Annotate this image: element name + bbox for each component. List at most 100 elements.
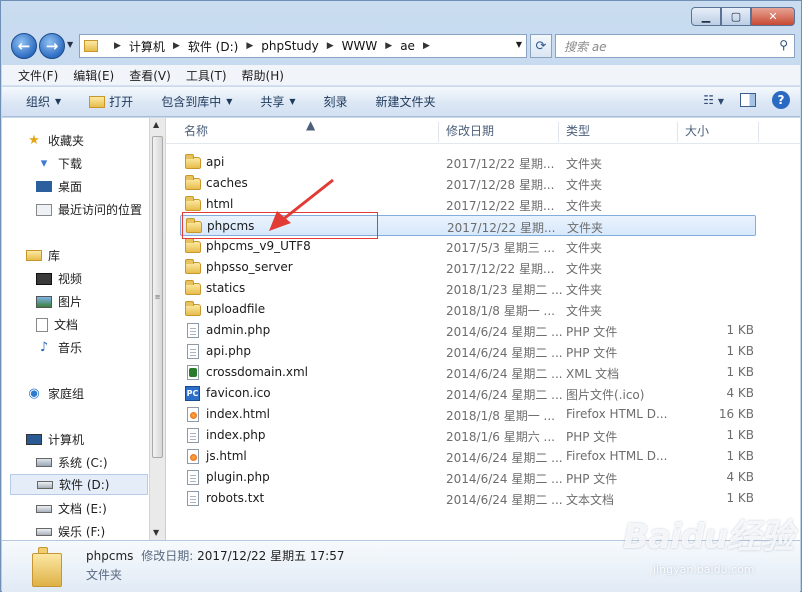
column-size[interactable]: 大小 xyxy=(685,122,709,139)
file-name: admin.php xyxy=(206,323,271,337)
breadcrumb-item[interactable]: ae xyxy=(400,39,415,53)
scroll-up-icon[interactable]: ▲ xyxy=(153,120,159,129)
breadcrumb-item[interactable]: 软件 (D:) xyxy=(188,38,238,55)
sidebar-item-homegroup[interactable]: ◉ 家庭组 xyxy=(26,383,149,404)
column-divider[interactable] xyxy=(558,122,559,142)
file-date: 2018/1/8 星期一 ... xyxy=(446,409,555,423)
breadcrumb-separator[interactable]: ▶ xyxy=(327,41,334,51)
column-divider[interactable] xyxy=(758,122,759,142)
breadcrumb-separator[interactable]: ▶ xyxy=(114,41,121,51)
file-type: Firefox HTML D... xyxy=(566,449,668,463)
column-date[interactable]: 修改日期 xyxy=(446,122,494,139)
minimize-button[interactable]: ▁ xyxy=(691,7,721,26)
scroll-down-icon[interactable]: ▼ xyxy=(153,528,159,537)
file-row[interactable]: phpcms_v9_UTF8 2017/5/3 星期三 ... 文件夹 xyxy=(180,236,756,257)
sidebar-item-music[interactable]: ♪ 音乐 xyxy=(36,337,149,358)
column-name[interactable]: 名称 xyxy=(184,122,208,139)
sidebar-label: 家庭组 xyxy=(48,387,85,401)
file-name: phpsso_server xyxy=(206,260,293,274)
preview-pane-button[interactable] xyxy=(740,93,756,107)
address-dropdown[interactable]: ▼ xyxy=(516,40,522,49)
file-row[interactable]: uploadfile 2018/1/8 星期一 ... 文件夹 xyxy=(180,299,756,320)
open-button[interactable]: 打开 xyxy=(89,93,133,110)
menu-item[interactable]: 文件(F) xyxy=(18,67,58,84)
navigation-pane: ★ 收藏夹 ▾ 下载 桌面 最近访问的位置 库 视频 图片 文档 ♪ 音乐 ◉ 家庭组 … xyxy=(2,118,149,540)
sidebar-item-drive-c[interactable]: 系统 (C:) xyxy=(36,452,149,473)
file-size: 1 KB xyxy=(726,491,754,505)
file-row[interactable]: index.php 2018/1/6 星期六 ... PHP 文件 1 KB xyxy=(180,425,756,446)
include-library-button[interactable]: 包含到库中 ▼ xyxy=(161,93,232,110)
forward-button[interactable]: → xyxy=(39,33,65,59)
search-input[interactable]: 搜索 ae ⚲ xyxy=(555,34,795,58)
breadcrumb-item[interactable]: WWW xyxy=(342,39,378,53)
file-row[interactable]: PC favicon.ico 2014/6/24 星期二 ... 图片文件(.ico)… xyxy=(180,383,756,404)
file-date: 2017/12/28 星期... xyxy=(446,178,555,192)
view-controls: ☷ ▼ ? xyxy=(703,91,790,109)
file-row[interactable]: plugin.php 2014/6/24 星期二 ... PHP 文件 4 KB xyxy=(180,467,756,488)
chevron-down-icon: ▼ xyxy=(55,97,62,106)
file-row[interactable]: statics 2018/1/23 星期二 ... 文件夹 xyxy=(180,278,756,299)
refresh-button[interactable]: ⟳ xyxy=(530,34,552,58)
new-folder-label: 新建文件夹 xyxy=(375,95,436,109)
file-type: 图片文件(.ico) xyxy=(566,388,645,402)
file-name: statics xyxy=(206,281,246,295)
maximize-button[interactable]: ▢ xyxy=(721,7,751,26)
file-name: js.html xyxy=(206,449,247,463)
breadcrumb-separator[interactable]: ▶ xyxy=(423,41,430,51)
menu-item[interactable]: 编辑(E) xyxy=(73,67,114,84)
burn-button[interactable]: 刻录 xyxy=(324,93,348,110)
column-type[interactable]: 类型 xyxy=(566,122,590,139)
sidebar-item-videos[interactable]: 视频 xyxy=(36,268,149,289)
desktop-icon xyxy=(36,181,52,192)
file-row[interactable]: crossdomain.xml 2014/6/24 星期二 ... XML 文档 1 … xyxy=(180,362,756,383)
file-date: 2018/1/23 星期二 ... xyxy=(446,283,563,297)
sidebar-item-drive-f[interactable]: 娱乐 (F:) xyxy=(36,521,149,540)
sidebar-item-drive-d[interactable]: 软件 (D:) xyxy=(10,474,148,495)
breadcrumb-separator[interactable]: ▶ xyxy=(385,41,392,51)
sidebar-item-downloads[interactable]: ▾ 下载 xyxy=(36,153,149,174)
file-row[interactable]: index.html 2018/1/8 星期一 ... Firefox HTML D… xyxy=(180,404,756,425)
file-name: index.php xyxy=(206,428,266,442)
address-bar[interactable]: ▶ 计算机 ▶ 软件 (D:) ▶ phpStudy ▶ WWW ▶ ae ▶ ▼ xyxy=(79,34,527,58)
file-row[interactable]: js.html 2014/6/24 星期二 ... Firefox HTML D..… xyxy=(180,446,756,467)
help-button[interactable]: ? xyxy=(772,91,790,109)
file-type: 文件夹 xyxy=(566,178,603,192)
back-button[interactable]: ← xyxy=(11,33,37,59)
close-button[interactable]: ✕ xyxy=(751,7,795,26)
breadcrumb-separator[interactable]: ▶ xyxy=(173,41,180,51)
column-divider[interactable] xyxy=(438,122,439,142)
menu-item[interactable]: 工具(T) xyxy=(186,67,227,84)
column-divider[interactable] xyxy=(677,122,678,142)
sidebar-item-favorites[interactable]: ★ 收藏夹 xyxy=(26,130,149,151)
sidebar-label: 库 xyxy=(48,249,61,263)
menu-item[interactable]: 查看(V) xyxy=(129,67,171,84)
sidebar-label: 收藏夹 xyxy=(48,134,85,148)
organize-button[interactable]: 组织 ▼ xyxy=(26,93,61,110)
menu-item[interactable]: 帮助(H) xyxy=(242,67,284,84)
breadcrumb-item[interactable]: 计算机 xyxy=(129,38,165,55)
breadcrumb-item[interactable]: phpStudy xyxy=(261,39,319,53)
file-row[interactable]: api 2017/12/22 星期... 文件夹 xyxy=(180,152,756,173)
file-row[interactable]: robots.txt 2014/6/24 星期二 ... 文本文档 1 KB xyxy=(180,488,756,509)
breadcrumb-separator[interactable]: ▶ xyxy=(246,41,253,51)
file-row[interactable]: api.php 2014/6/24 星期二 ... PHP 文件 1 KB xyxy=(180,341,756,362)
sidebar-item-drive-e[interactable]: 文档 (E:) xyxy=(36,498,149,519)
file-row[interactable]: phpsso_server 2017/12/22 星期... 文件夹 xyxy=(180,257,756,278)
file-row[interactable]: admin.php 2014/6/24 星期二 ... PHP 文件 1 KB xyxy=(180,320,756,341)
navigation-scrollbar[interactable]: ▲ ≡ ▼ xyxy=(149,118,165,540)
scroll-thumb[interactable]: ≡ xyxy=(152,136,163,458)
file-date: 2017/12/22 星期... xyxy=(446,199,555,213)
file-icon xyxy=(187,323,199,338)
sidebar-item-desktop[interactable]: 桌面 xyxy=(36,176,149,197)
library-icon xyxy=(26,250,42,261)
sidebar-item-recent[interactable]: 最近访问的位置 xyxy=(36,199,149,220)
view-options-button[interactable]: ☷ ▼ xyxy=(703,93,724,107)
new-folder-button[interactable]: 新建文件夹 xyxy=(376,93,436,110)
sidebar-item-documents[interactable]: 文档 xyxy=(36,314,149,335)
history-dropdown[interactable]: ▼ xyxy=(67,40,73,49)
sidebar-item-computer[interactable]: 计算机 xyxy=(26,429,149,450)
share-button[interactable]: 共享 ▼ xyxy=(260,93,295,110)
sidebar-item-pictures[interactable]: 图片 xyxy=(36,291,149,312)
sidebar-item-libraries[interactable]: 库 xyxy=(26,245,149,266)
file-type: 文件夹 xyxy=(566,241,603,255)
